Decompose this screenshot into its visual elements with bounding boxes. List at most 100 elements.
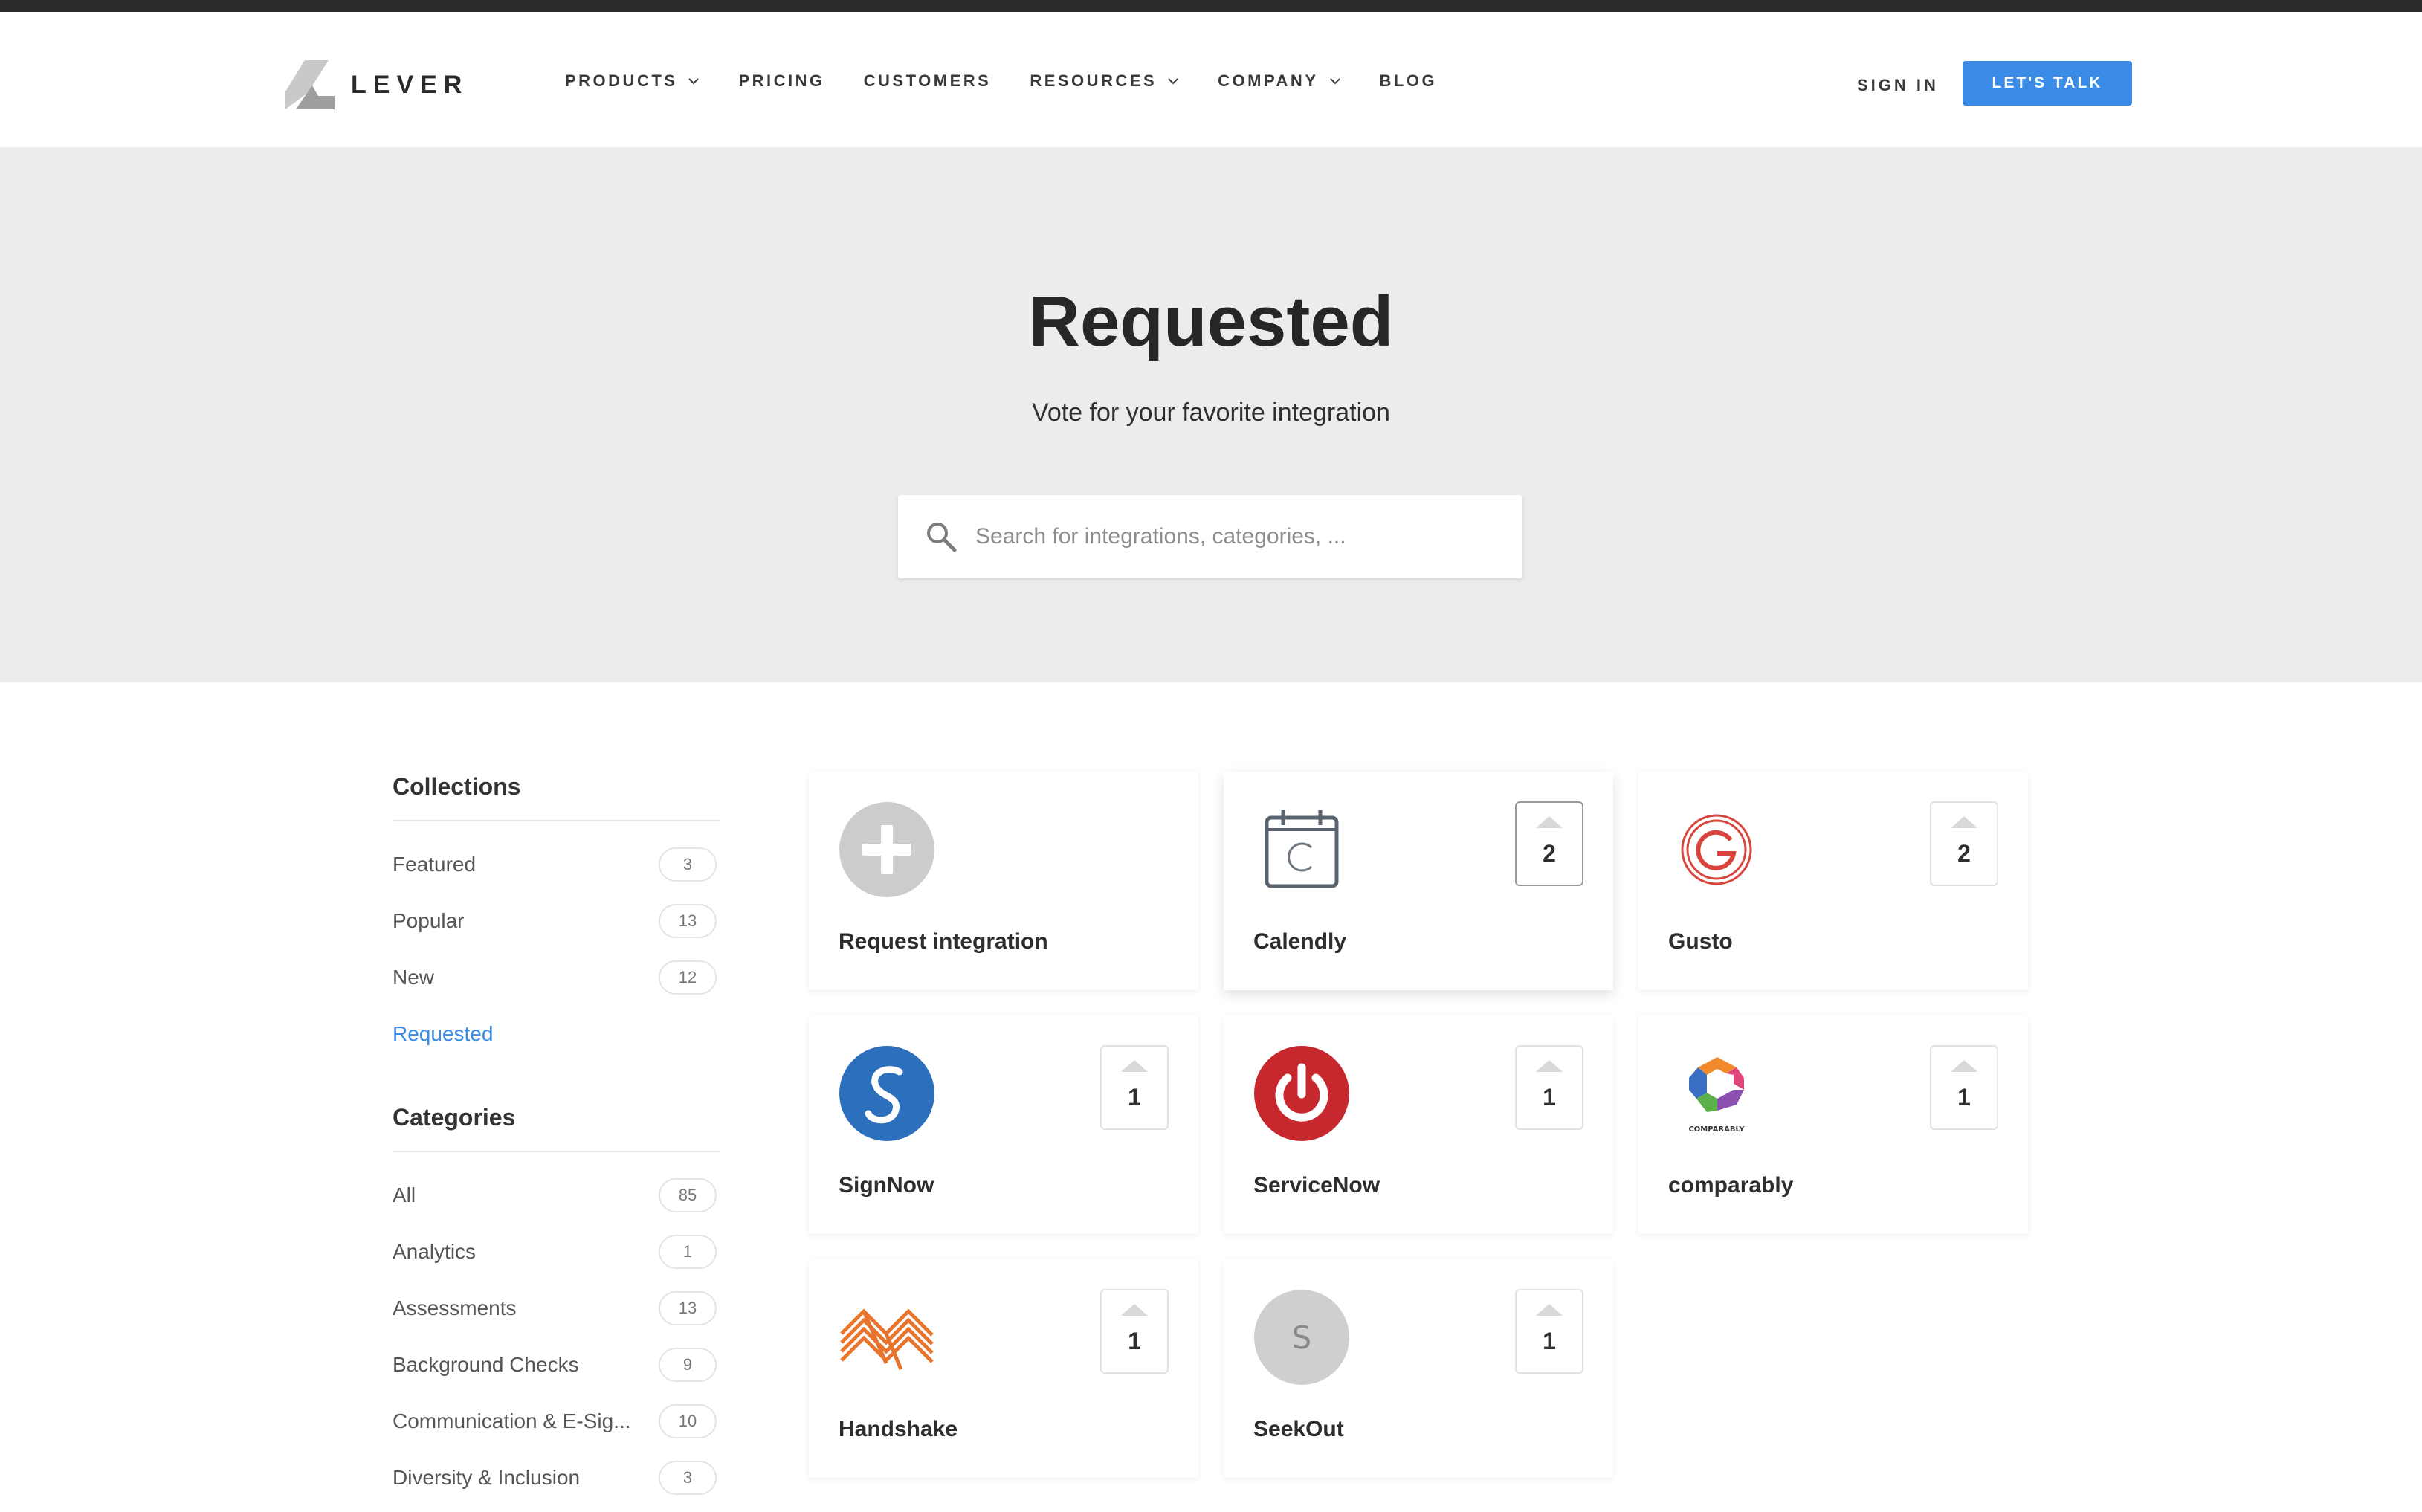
request-integration-card[interactable]: Request integration bbox=[809, 772, 1198, 990]
upvote-button[interactable]: 2 bbox=[1515, 801, 1583, 886]
sidebar-item-label: Diversity & Inclusion bbox=[393, 1466, 581, 1489]
integration-card-calendly[interactable]: Calendly 2 bbox=[1224, 772, 1613, 990]
count-badge: 13 bbox=[659, 1291, 717, 1325]
signnow-logo-icon bbox=[839, 1046, 934, 1141]
vote-count: 1 bbox=[1128, 1084, 1141, 1111]
sidebar-item-analytics[interactable]: Analytics 1 bbox=[393, 1224, 720, 1280]
sidebar-item-diversity[interactable]: Diversity & Inclusion 3 bbox=[393, 1450, 720, 1506]
upvote-button[interactable]: 1 bbox=[1100, 1045, 1169, 1130]
comparably-logo-icon: COMPARABLY bbox=[1688, 1057, 1745, 1134]
sidebar-item-label: All bbox=[393, 1183, 416, 1206]
sign-in-link[interactable]: SIGN IN bbox=[1857, 76, 1939, 95]
upvote-arrow-icon bbox=[1536, 1060, 1563, 1072]
nav-pricing[interactable]: PRICING bbox=[738, 71, 824, 91]
lever-logo-icon bbox=[285, 60, 335, 109]
nav-resources[interactable]: RESOURCES bbox=[1030, 71, 1179, 91]
integration-card-signnow[interactable]: SignNow 1 bbox=[809, 1015, 1198, 1234]
chevron-down-icon bbox=[688, 78, 700, 85]
sidebar-item-featured[interactable]: Featured 3 bbox=[393, 836, 720, 893]
nav-pricing-label: PRICING bbox=[738, 71, 825, 90]
card-name: SignNow bbox=[839, 1173, 934, 1198]
sidebar-item-label: Requested bbox=[393, 1022, 494, 1045]
upvote-arrow-icon bbox=[1121, 1304, 1148, 1316]
count-badge: 1 bbox=[659, 1235, 717, 1269]
sidebar-item-label: Communication & E-Sig... bbox=[393, 1409, 631, 1432]
search-box[interactable] bbox=[898, 495, 1522, 578]
nav-company-label: COMPANY bbox=[1218, 71, 1319, 90]
sidebar-item-label: Background Checks bbox=[393, 1353, 579, 1376]
integration-card-comparably[interactable]: COMPARABLY comparably 1 bbox=[1638, 1015, 2028, 1234]
sidebar-item-requested[interactable]: Requested bbox=[393, 1006, 720, 1062]
page-title: Requested bbox=[1028, 282, 1394, 361]
comparably-logo-text: COMPARABLY bbox=[1688, 1125, 1745, 1134]
site-header: LEVER PRODUCTS PRICING CUSTOMERS RESOURC… bbox=[0, 12, 2422, 147]
card-name: comparably bbox=[1668, 1173, 1794, 1198]
page-subtitle: Vote for your favorite integration bbox=[1032, 398, 1390, 427]
sidebar-item-label: Assessments bbox=[393, 1296, 517, 1319]
upvote-button[interactable]: 1 bbox=[1930, 1045, 1998, 1130]
sidebar-item-background-checks[interactable]: Background Checks 9 bbox=[393, 1337, 720, 1393]
integration-grid: Request integration Calendly 2 Gusto 2 S… bbox=[809, 772, 2028, 1512]
integration-card-gusto[interactable]: Gusto 2 bbox=[1638, 772, 2028, 990]
handshake-logo-icon bbox=[840, 1308, 934, 1370]
lever-logo[interactable]: LEVER bbox=[285, 55, 468, 114]
sidebar-item-new[interactable]: New 12 bbox=[393, 949, 720, 1006]
count-badge: 9 bbox=[659, 1348, 717, 1382]
power-icon bbox=[1254, 1046, 1349, 1141]
upvote-arrow-icon bbox=[1951, 1060, 1977, 1072]
count-badge: 10 bbox=[659, 1404, 717, 1438]
count-badge: 13 bbox=[659, 904, 717, 938]
sidebar-item-assessments[interactable]: Assessments 13 bbox=[393, 1280, 720, 1337]
card-name: Calendly bbox=[1253, 929, 1347, 954]
nav-products-label: PRODUCTS bbox=[565, 71, 678, 90]
seekout-logo-letter: S bbox=[1292, 1319, 1312, 1356]
calendar-icon bbox=[1265, 810, 1339, 888]
vote-count: 1 bbox=[1128, 1328, 1141, 1354]
search-icon bbox=[927, 523, 957, 552]
brand-name: LEVER bbox=[351, 70, 469, 99]
main-nav: PRODUCTS PRICING CUSTOMERS RESOURCES COM… bbox=[565, 71, 1476, 91]
card-name: ServiceNow bbox=[1253, 1173, 1380, 1198]
integration-card-servicenow[interactable]: ServiceNow 1 bbox=[1224, 1015, 1613, 1234]
sidebar-item-popular[interactable]: Popular 13 bbox=[393, 893, 720, 949]
chevron-down-icon bbox=[1168, 78, 1178, 85]
hero-section: Requested Vote for your favorite integra… bbox=[0, 147, 2422, 682]
sidebar-item-label: Popular bbox=[393, 909, 465, 932]
sidebar-item-label: Analytics bbox=[393, 1240, 477, 1263]
lets-talk-button[interactable]: LET'S TALK bbox=[1963, 61, 2132, 106]
vote-count: 1 bbox=[1957, 1084, 1971, 1111]
integration-card-seekout[interactable]: S SeekOut 1 bbox=[1224, 1259, 1613, 1478]
search-input[interactable] bbox=[975, 524, 1496, 549]
sidebar-item-all[interactable]: All 85 bbox=[393, 1167, 720, 1224]
collections-heading: Collections bbox=[393, 773, 720, 821]
sidebar: Collections Featured 3 Popular 13 New 12… bbox=[393, 773, 720, 1506]
chevron-down-icon bbox=[1329, 78, 1340, 85]
nav-customers[interactable]: CUSTOMERS bbox=[864, 71, 992, 91]
integration-card-handshake[interactable]: Handshake 1 bbox=[809, 1259, 1198, 1478]
upvote-button[interactable]: 1 bbox=[1515, 1045, 1583, 1130]
count-badge: 85 bbox=[659, 1178, 717, 1212]
upvote-arrow-icon bbox=[1951, 816, 1977, 828]
vote-count: 2 bbox=[1543, 840, 1556, 867]
vote-count: 1 bbox=[1543, 1328, 1556, 1354]
card-name: Gusto bbox=[1668, 929, 1733, 954]
plus-icon bbox=[839, 802, 934, 897]
upvote-button[interactable]: 1 bbox=[1100, 1289, 1169, 1374]
categories-heading: Categories bbox=[393, 1104, 720, 1152]
sidebar-item-communication[interactable]: Communication & E-Sig... 10 bbox=[393, 1393, 720, 1450]
count-badge: 3 bbox=[659, 847, 717, 882]
nav-blog-label: BLOG bbox=[1379, 71, 1438, 90]
upvote-arrow-icon bbox=[1536, 1304, 1563, 1316]
sidebar-item-label: New bbox=[393, 966, 435, 989]
nav-products[interactable]: PRODUCTS bbox=[565, 71, 700, 91]
upvote-arrow-icon bbox=[1536, 816, 1563, 828]
upvote-button[interactable]: 1 bbox=[1515, 1289, 1583, 1374]
seekout-avatar-icon: S bbox=[1254, 1290, 1349, 1385]
card-name: Request integration bbox=[839, 929, 1048, 954]
upvote-button[interactable]: 2 bbox=[1930, 801, 1998, 886]
card-name: Handshake bbox=[839, 1417, 958, 1441]
nav-blog[interactable]: BLOG bbox=[1380, 71, 1438, 91]
nav-company[interactable]: COMPANY bbox=[1218, 71, 1340, 91]
sidebar-item-label: Featured bbox=[393, 853, 477, 876]
